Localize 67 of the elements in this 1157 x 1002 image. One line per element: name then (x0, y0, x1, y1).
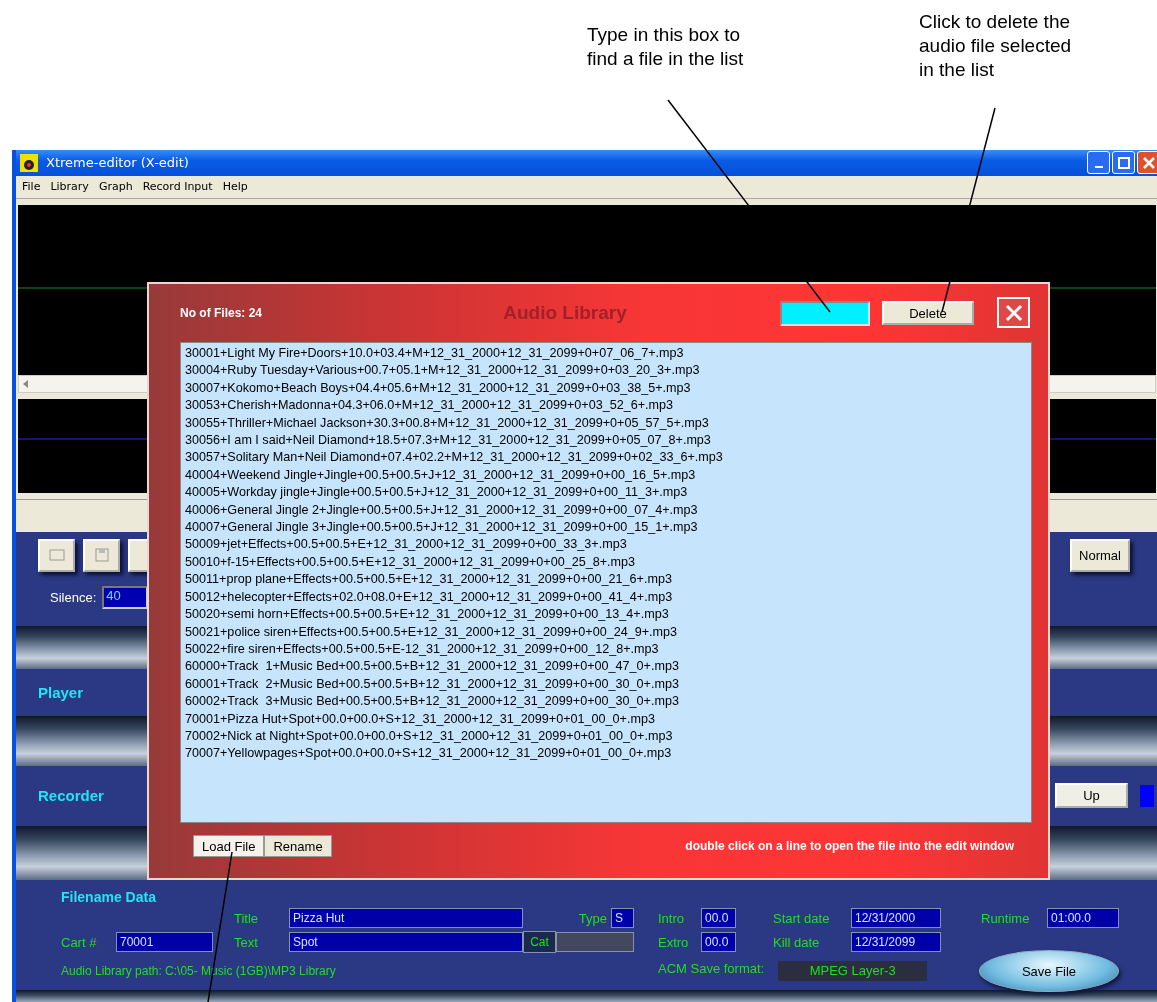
menu-item[interactable]: File (18, 180, 47, 194)
field-label: Kill date (773, 934, 820, 950)
file-list-item[interactable]: 60002+Track 3+Music Bed+00.5+00.5+B+12_31_2000+12_31_2099+0+00_30_0+.mp3 (185, 693, 1027, 711)
menu-item[interactable]: Record Input (138, 180, 219, 194)
file-list-item[interactable]: 50021+police siren+Effects+00.5+00.5+E+12_31_2000+12_31_2099+0+00_24_9+.mp3 (185, 623, 1027, 641)
file-list-item[interactable]: 40006+General Jingle 2+Jingle+00.5+00.5+J+12_31_2000+12_31_2099+0+00_07_4+.mp3 (185, 501, 1027, 520)
menu-item[interactable]: Help (218, 180, 254, 194)
field-label: Runtime (981, 910, 1030, 926)
up-button[interactable]: Up (1055, 783, 1128, 809)
file-list-item[interactable]: 30053+Cherish+Madonna+04.3+06.0+M+12_31_2000+12_31_2099+0+03_52_6+.mp3 (185, 397, 1027, 415)
type-field[interactable]: S (611, 908, 634, 929)
panel-heading: Filename Data (61, 889, 156, 906)
save-format-field: MPEG Layer-3 (778, 961, 928, 982)
field-label: Type (578, 910, 607, 926)
window-title: Xtreme-editor (X-edit) (46, 155, 189, 171)
file-list-item[interactable]: 40004+Weekend Jingle+Jingle+00.5+00.5+J+12_31_2000+12_31_2099+0+00_16_5+.mp3 (185, 466, 1027, 485)
file-list-item[interactable]: 50012+helecopter+Effects+02.0+08.0+E+12_31_2000+12_31_2099+0+00_41_4+.mp3 (185, 588, 1027, 607)
silence-label: Silence: (50, 589, 97, 605)
load-file-button[interactable]: Load File (193, 835, 265, 857)
start-date-field[interactable]: 12/31/2000 (851, 908, 941, 929)
file-list-item[interactable]: 50010+f-15+Effects+00.5+00.5+E+12_31_2000+12_31_2099+0+00_25_8+.mp3 (185, 553, 1027, 572)
field-label: Text (234, 934, 258, 950)
file-list-item[interactable]: 30057+Solitary Man+Neil Diamond+07.4+02.2+M+12_31_2000+12_31_2099+0+02_33_6+.mp3 (185, 449, 1027, 467)
file-list-item[interactable]: 40005+Workday jingle+Jingle+00.5+00.5+J+12_31_2000+12_31_2099+0+00_11_3+.mp3 (185, 484, 1027, 502)
dialog-title: Audio Library (502, 302, 628, 324)
file-list-item[interactable]: 50020+semi horn+Effects+00.5+00.5+E+12_31_2000+12_31_2099+0+00_13_4+.mp3 (185, 606, 1027, 624)
field-label: Title (234, 910, 259, 926)
runtime-field[interactable]: 01:00.0 (1047, 908, 1119, 929)
rename-button[interactable]: Rename (264, 835, 332, 857)
file-list-item[interactable]: 30001+Light My Fire+Doors+10.0+03.4+M+12_31_2000+12_31_2099+0+07_06_7+.mp3 (185, 345, 1027, 363)
save-format-label: ACM Save format: (658, 961, 765, 979)
field-label: Intro (658, 910, 684, 926)
normal-button[interactable]: Normal (1070, 538, 1130, 572)
menu-item[interactable]: Graph (94, 180, 139, 194)
callout-text: Click to delete the audio file selected in the list (919, 10, 1072, 82)
title-field[interactable]: Pizza Hut (289, 908, 523, 929)
kill-date-field[interactable]: 12/31/2099 (851, 932, 941, 953)
file-list-item[interactable]: 30004+Ruby Tuesday+Various+00.7+05.1+M+12_31_2000+12_31_2099+0+03_20_3+.mp3 (185, 362, 1027, 380)
file-list-item[interactable]: 50009+jet+Effects+00.5+00.5+E+12_31_2000+12_31_2099+0+00_33_3+.mp3 (185, 536, 1027, 554)
save-file-button[interactable]: Save File (979, 950, 1119, 993)
file-list-item[interactable]: 30056+I am I said+Neil Diamond+18.5+07.3+M+12_31_2000+12_31_2099+0+05_07_8+.mp3 (185, 432, 1027, 450)
file-list-item[interactable]: 70002+Nick at Night+Spot+00.0+00.0+S+12_31_2000+12_31_2099+0+01_00_0+.mp3 (185, 727, 1027, 746)
field-label: Extro (658, 934, 689, 950)
silence-field[interactable]: 40 (102, 585, 149, 609)
field-label: Start date (773, 910, 830, 926)
callout-text: Type in this box to find a file in the list (587, 23, 744, 71)
file-list-item[interactable]: 60000+Track 1+Music Bed+00.5+00.5+B+12_31_2000+12_31_2099+0+00_47_0+.mp3 (185, 658, 1027, 676)
file-list-item[interactable]: 70001+Pizza Hut+Spot+00.0+00.0+S+12_31_2000+12_31_2099+0+01_00_0+.mp3 (185, 710, 1027, 728)
file-list-item[interactable]: 50022+fire siren+Effects+00.5+00.5+E-12_31_2000+12_31_2099+0+00_12_8+.mp3 (185, 640, 1027, 659)
hint-text: double click on a line to open the file into the edit window (685, 839, 1014, 853)
cart-field[interactable]: 70001 (116, 932, 213, 953)
section-title: Recorder (38, 787, 104, 805)
file-list-item[interactable]: 30007+Kokomo+Beach Boys+04.4+05.6+M+12_31_2000+12_31_2099+0+03_38_5+.mp3 (185, 379, 1027, 398)
menu-item[interactable]: Library (46, 180, 95, 194)
intro-field[interactable]: 00.0 (701, 908, 736, 929)
text-field[interactable]: Spot (289, 932, 523, 953)
file-count: No of Files: 24 (180, 306, 263, 320)
file-list-item[interactable]: 50011+prop plane+Effects+00.5+00.5+E+12_31_2000+12_31_2099+0+00_21_6+.mp3 (185, 571, 1027, 589)
file-list-item[interactable]: 70007+Yellowpages+Spot+00.0+00.0+S+12_31_2000+12_31_2099+0+01_00_0+.mp3 (185, 745, 1027, 763)
field-label: Cart # (61, 934, 97, 950)
delete-button[interactable]: Delete (882, 301, 974, 325)
cat-button[interactable]: Cat (523, 931, 556, 954)
extro-field[interactable]: 00.0 (701, 932, 736, 953)
file-list-item[interactable]: 30055+Thriller+Michael Jackson+30.3+00.8+M+12_31_2000+12_31_2099+0+05_57_5+.mp3 (185, 414, 1027, 433)
section-title: Player (38, 684, 84, 702)
file-list-item[interactable]: 40007+General Jingle 3+Jingle+00.5+00.5+J+12_31_2000+12_31_2099+0+00_15_1+.mp3 (185, 519, 1027, 537)
file-list-item[interactable]: 60001+Track 2+Music Bed+00.5+00.5+B+12_31_2000+12_31_2099+0+00_30_0+.mp3 (185, 675, 1027, 694)
